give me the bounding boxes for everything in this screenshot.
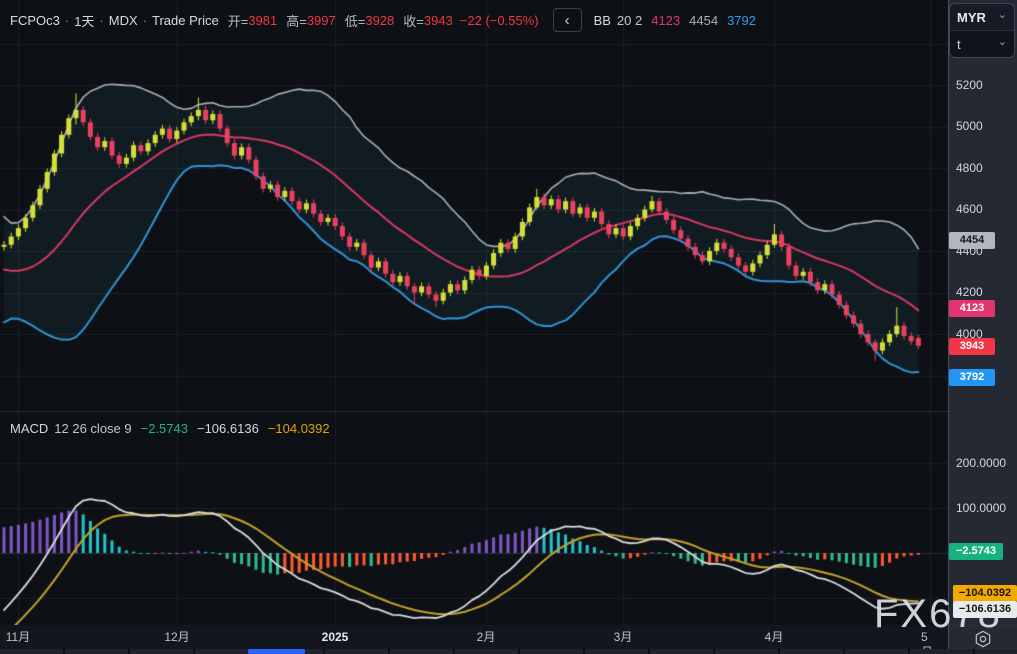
price-tick: 4200 <box>956 284 983 300</box>
low-value: 3928 <box>365 13 394 28</box>
currency-value: MYR <box>957 10 986 25</box>
unit-dropdown[interactable]: t ⌄ <box>950 30 1014 57</box>
axis-settings-button[interactable] <box>973 629 993 649</box>
symbol-name[interactable]: FCPOc3 <box>10 13 60 28</box>
bb-indicator-title[interactable]: BB <box>594 13 611 28</box>
time-label: 4月 <box>765 630 784 645</box>
exchange-label: MDX <box>109 13 138 28</box>
macd-legend[interactable]: MACD 12 26 close 9 −2.5743 −106.6136 −10… <box>10 418 330 438</box>
change-value: −22 (−0.55%) <box>460 13 539 28</box>
symbol-legend: FCPOc3 · 1天 · MDX · Trade Price 开=3981 高… <box>10 9 756 31</box>
high-value: 3997 <box>307 13 336 28</box>
time-label: 11月 <box>6 630 30 645</box>
chevron-down-icon: ⌄ <box>998 10 1007 21</box>
currency-dropdown[interactable]: MYR ⌄ <box>950 4 1014 30</box>
unit-value: t <box>957 37 961 52</box>
price-tick: 5000 <box>956 118 983 134</box>
macd-line-value: −106.6136 <box>197 421 259 436</box>
bb-upper-badge: 4454 <box>949 232 995 249</box>
price-chart-canvas[interactable] <box>0 0 948 412</box>
time-label: 3月 <box>614 630 633 645</box>
gear-icon <box>973 629 993 649</box>
last-price-badge: 3943 <box>949 338 995 355</box>
macd-hist-badge: −2.5743 <box>949 543 1003 560</box>
time-label-year: 2025 <box>322 630 349 645</box>
time-axis[interactable]: 11月 12月 2025 2月 3月 4月 5月 <box>0 625 948 649</box>
bb-basis-value: 4123 <box>651 13 680 28</box>
legend-separator: · <box>65 13 69 28</box>
pane-separator[interactable] <box>0 411 948 412</box>
macd-indicator-title[interactable]: MACD <box>10 421 48 436</box>
macd-chart-canvas[interactable] <box>0 412 948 625</box>
scrollbar-current-range[interactable] <box>248 649 305 654</box>
macd-signal-value: −104.0392 <box>268 421 330 436</box>
macd-params: 12 26 close 9 <box>54 421 131 436</box>
scale-selector: MYR ⌄ t ⌄ <box>949 3 1015 58</box>
interval-label[interactable]: 1天 <box>74 11 94 30</box>
time-label: 2月 <box>477 630 496 645</box>
price-pane[interactable] <box>0 0 948 412</box>
horizontal-scrollbar[interactable] <box>0 649 1017 654</box>
bb-params: 20 2 <box>617 13 642 28</box>
macd-tick: 100.0000 <box>956 500 1006 516</box>
macd-tick: 200.0000 <box>956 455 1006 471</box>
open-label: 开= <box>228 11 249 30</box>
macd-hist-value: −2.5743 <box>141 421 188 436</box>
bb-lower-badge: 3792 <box>949 369 995 386</box>
chevron-down-icon: ⌄ <box>998 37 1007 48</box>
chevron-left-icon: ‹ <box>565 13 570 28</box>
macd-line-badge: −106.6136 <box>953 601 1017 618</box>
collapse-legend-button[interactable]: ‹ <box>553 8 582 32</box>
price-tick: 4600 <box>956 201 983 217</box>
macd-signal-badge: −104.0392 <box>953 585 1017 602</box>
open-value: 3981 <box>248 13 277 28</box>
price-tick: 5200 <box>956 77 983 93</box>
legend-separator: · <box>99 13 103 28</box>
bb-lower-value: 3792 <box>727 13 756 28</box>
time-label: 5月 <box>921 630 939 645</box>
trading-chart-app: FCPOc3 · 1天 · MDX · Trade Price 开=3981 高… <box>0 0 1017 654</box>
time-label: 12月 <box>164 630 189 645</box>
close-label: 收= <box>403 11 424 30</box>
close-value: 3943 <box>424 13 453 28</box>
series-type-label: Trade Price <box>152 13 219 28</box>
macd-pane[interactable] <box>0 412 948 625</box>
bb-upper-value: 4454 <box>689 13 718 28</box>
low-label: 低= <box>345 11 366 30</box>
price-tick: 4800 <box>956 160 983 176</box>
bb-basis-badge: 4123 <box>949 300 995 317</box>
high-label: 高= <box>286 11 307 30</box>
legend-separator: · <box>143 13 147 28</box>
